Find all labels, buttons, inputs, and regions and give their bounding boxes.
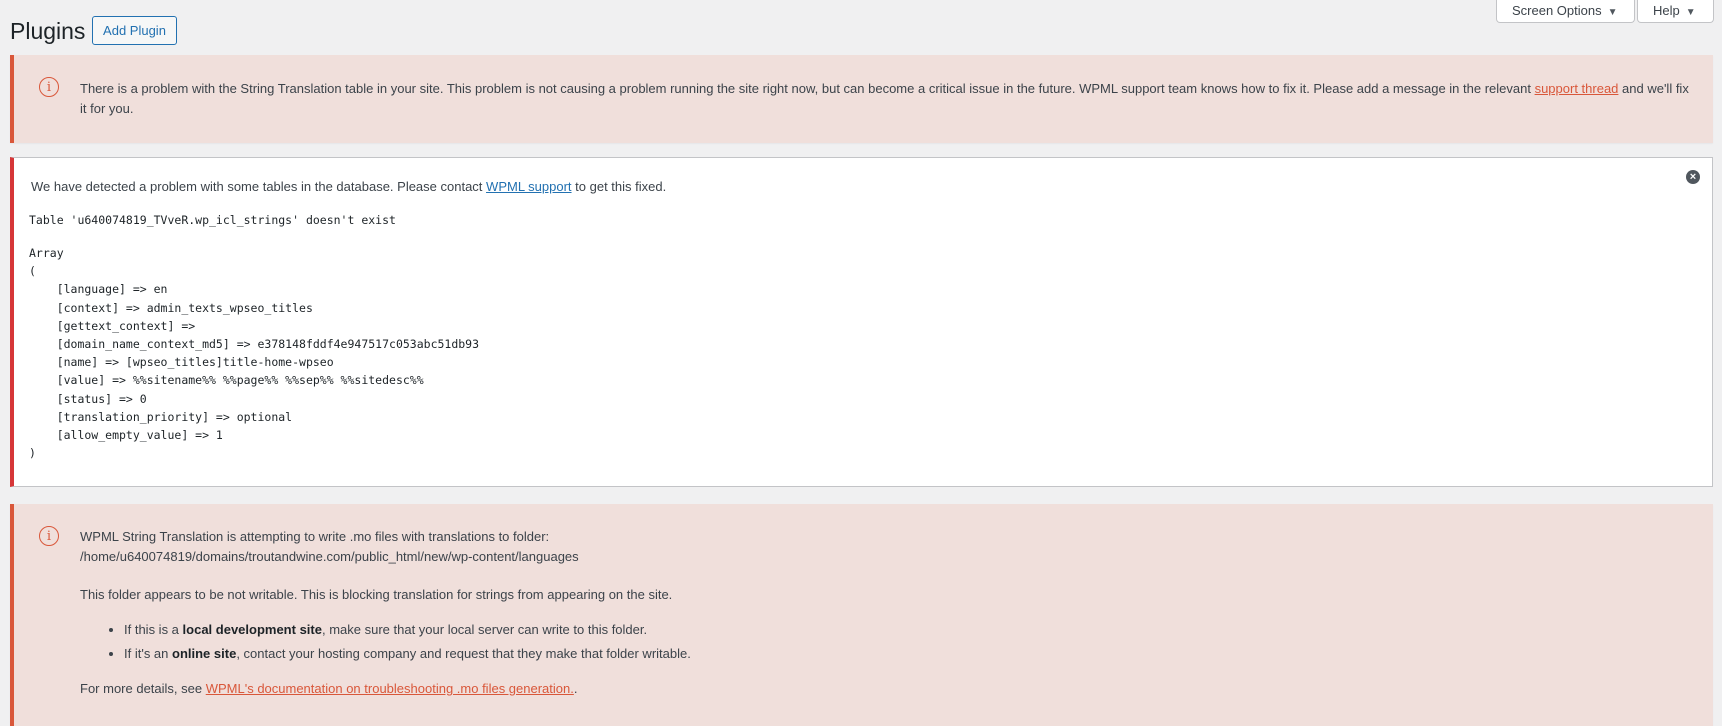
error-intro-after: to get this fixed. (571, 179, 667, 194)
page-title: Plugins (10, 18, 86, 44)
list-item: If this is a local development site, mak… (124, 618, 691, 642)
mo-not-writable: This folder appears to be not writable. … (80, 587, 673, 602)
string-translation-notice: i There is a problem with the String Tra… (10, 55, 1713, 143)
mo-folder-path: /home/u640074819/domains/troutandwine.co… (80, 549, 579, 564)
help-label: Help (1653, 3, 1680, 18)
info-circle-icon: i (39, 77, 59, 97)
details-after: . (573, 681, 578, 696)
mo-advice-list: If this is a local development site, mak… (98, 618, 691, 666)
notice-text-before: There is a problem with the String Trans… (80, 81, 1535, 96)
add-plugin-button[interactable]: Add Plugin (92, 16, 177, 45)
help-tab[interactable]: Help ▼ (1637, 0, 1714, 23)
bullet-text: , make sure that your local server can w… (321, 622, 648, 637)
mo-docs-link[interactable]: WPML's documentation on troubleshooting … (206, 681, 574, 696)
error-array-dump: Array ( [language] => en [context] => ad… (29, 246, 480, 461)
screen-options-label: Screen Options (1512, 3, 1602, 18)
mo-folder-line: WPML String Translation is attempting to… (80, 529, 550, 544)
error-intro-before: We have detected a problem with some tab… (31, 179, 487, 194)
wpml-support-link[interactable]: WPML support (486, 179, 572, 194)
bullet-bold: local development site (182, 622, 322, 637)
caret-down-icon: ▼ (1685, 7, 1696, 18)
support-thread-link[interactable]: support thread (1535, 81, 1619, 96)
list-item: If it's an online site, contact your hos… (124, 642, 691, 666)
info-circle-icon: i (39, 526, 59, 546)
mo-details-line: For more details, see WPML's documentati… (80, 681, 577, 696)
details-before: For more details, see (80, 681, 206, 696)
screen-options-tab[interactable]: Screen Options ▼ (1496, 0, 1635, 23)
notice-message: There is a problem with the String Trans… (80, 79, 1693, 119)
bullet-text: If this is a (124, 622, 183, 637)
bullet-bold: online site (172, 646, 237, 661)
close-circle-icon[interactable]: × (1686, 170, 1700, 184)
bullet-text: If it's an (124, 646, 173, 661)
database-error-notice: × We have detected a problem with some t… (10, 157, 1713, 487)
error-table-missing: Table 'u640074819_TVveR.wp_icl_strings' … (29, 213, 396, 227)
error-intro: We have detected a problem with some tab… (31, 179, 666, 194)
caret-down-icon: ▼ (1607, 7, 1618, 18)
mo-files-notice: i WPML String Translation is attempting … (10, 504, 1713, 726)
bullet-text: , contact your hosting company and reque… (236, 646, 691, 661)
